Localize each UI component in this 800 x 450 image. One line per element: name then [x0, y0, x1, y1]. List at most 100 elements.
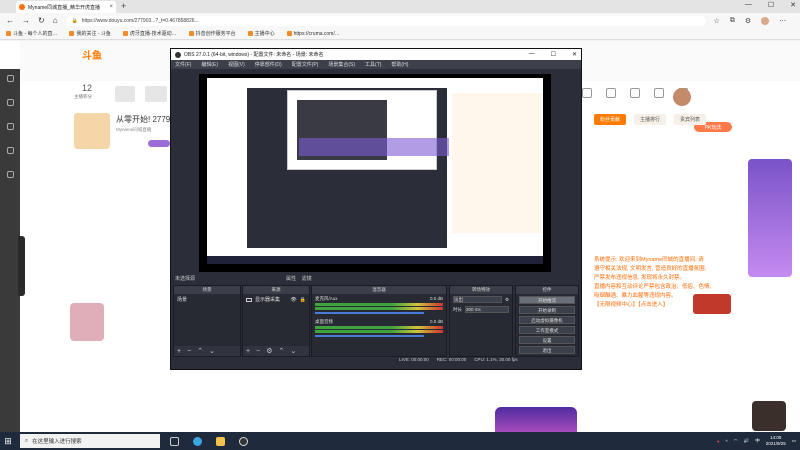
scene-item[interactable]: 场景 — [177, 296, 237, 303]
start-streaming-button[interactable]: 开始推流 — [519, 296, 575, 304]
collections-icon[interactable]: ⧉ — [730, 17, 735, 25]
favorite-star-icon[interactable]: ☆ — [714, 17, 720, 25]
right-corner-promo[interactable] — [752, 401, 786, 431]
bookmark-item[interactable]: https://cruma.com/… — [286, 31, 340, 37]
rail-item-home[interactable] — [1, 75, 19, 83]
menu-help[interactable]: 帮助(H) — [391, 61, 408, 68]
notifications-icon[interactable]: ▭ — [792, 438, 796, 444]
chat-gift-highlight[interactable] — [693, 294, 731, 314]
bookmark-item[interactable]: 主播中心 — [247, 30, 275, 37]
source-down-icon[interactable]: ⌄ — [290, 347, 296, 355]
exit-button[interactable]: 退出 — [519, 346, 575, 354]
settings-button[interactable]: 设置 — [519, 336, 575, 344]
follow-tag[interactable] — [148, 140, 170, 147]
volume-icon[interactable]: 🔊 — [744, 438, 750, 444]
rail-item-category[interactable] — [1, 123, 19, 131]
home-icon[interactable]: ⌂ — [53, 16, 58, 25]
bookmark-item[interactable]: 我的关注 - 斗鱼 — [69, 30, 111, 37]
close-window-icon[interactable]: ✕ — [790, 1, 796, 9]
menu-profile[interactable]: 配置文件(P) — [292, 61, 319, 68]
bookmark-item[interactable]: 抖音创作服务平台 — [188, 30, 236, 37]
extensions-icon[interactable]: ⚙ — [745, 17, 751, 25]
studio-mode-button[interactable]: 工作室模式 — [519, 326, 575, 334]
site-logo[interactable]: 斗鱼 — [82, 47, 102, 62]
remove-scene-icon[interactable]: − — [187, 348, 191, 355]
edge-icon[interactable] — [193, 436, 202, 446]
source-settings-icon[interactable]: ⚙ — [266, 347, 272, 355]
rail-collapse-handle[interactable] — [18, 236, 25, 296]
new-tab-button[interactable]: + — [121, 1, 126, 11]
move-down-icon[interactable]: ⌄ — [209, 347, 215, 355]
lock-source-icon[interactable]: 🔒 — [300, 297, 306, 303]
taskbar-apps — [170, 436, 248, 446]
obs-preview-canvas[interactable] — [199, 74, 551, 272]
visibility-eye-icon[interactable]: 👁 — [290, 297, 296, 303]
ime-icon[interactable]: 中 — [755, 438, 760, 444]
tray-overflow-icon[interactable]: ^ — [726, 439, 728, 444]
add-scene-icon[interactable]: + — [177, 348, 181, 355]
back-icon[interactable]: ← — [6, 16, 14, 25]
rail-item-video[interactable] — [1, 147, 19, 155]
volume-slider[interactable] — [315, 312, 424, 314]
tray-app-icon[interactable]: ● — [717, 439, 720, 444]
left-promo-banner[interactable] — [70, 303, 104, 341]
controls-dock: 控件 开始推流 开始录制 启动虚拟摄像机 工作室模式 设置 退出 — [515, 285, 579, 357]
duration-input[interactable]: 300 ms — [465, 306, 509, 313]
menu-file[interactable]: 文件(F) — [175, 61, 191, 68]
menu-view[interactable]: 视图(V) — [228, 61, 245, 68]
live-timer: LIVE: 00:00:00 — [399, 357, 429, 362]
menu-edit[interactable]: 编辑(E) — [201, 61, 218, 68]
rail-item-game[interactable] — [1, 171, 19, 179]
source-up-icon[interactable]: ⌃ — [278, 347, 284, 355]
obs-minimize-icon[interactable]: — — [529, 51, 535, 58]
network-icon[interactable]: ◠ — [734, 438, 738, 444]
history-icon[interactable] — [582, 88, 592, 98]
menu-scene-collection[interactable]: 场景集合(S) — [328, 61, 355, 68]
properties-button[interactable]: 属性 — [286, 276, 296, 282]
obs-title: OBS 27.0.1 (64-bit, windows) - 配置文件: 未命名… — [184, 52, 324, 58]
close-tab-icon[interactable]: × — [109, 4, 113, 10]
obs-taskbar-icon[interactable] — [239, 436, 248, 446]
download-icon[interactable] — [606, 88, 616, 98]
tab-ranking[interactable]: 主播排行 — [634, 114, 667, 125]
streamer-title: 从零开始! 2779 — [116, 115, 171, 124]
bookmark-item[interactable]: 虎牙直播-技术驱动… — [122, 30, 177, 37]
obs-close-icon[interactable]: ✕ — [572, 51, 577, 58]
remove-source-icon[interactable]: − — [256, 348, 260, 355]
tab-vip-list[interactable]: 贵宾列表 — [674, 114, 707, 125]
user-avatar[interactable] — [673, 88, 691, 106]
maximize-icon[interactable]: ☐ — [768, 1, 774, 9]
start-recording-button[interactable]: 开始录制 — [519, 306, 575, 314]
transition-settings-icon[interactable]: ⚙ — [505, 297, 509, 303]
streamer-avatar[interactable] — [74, 113, 110, 149]
more-menu-icon[interactable]: ⋯ — [779, 17, 786, 25]
profile-avatar[interactable] — [761, 16, 770, 25]
rail-item-live[interactable] — [1, 99, 19, 107]
obs-maximize-icon[interactable]: ☐ — [551, 51, 556, 58]
message-icon[interactable] — [630, 88, 640, 98]
refresh-icon[interactable]: ↻ — [38, 16, 45, 25]
filters-button[interactable]: 滤镜 — [302, 276, 312, 282]
explorer-icon[interactable] — [216, 436, 225, 446]
browser-tab[interactable]: Myname同城直播_精华开虎直播 × — [16, 1, 116, 13]
right-promo-banner[interactable] — [748, 159, 792, 277]
move-up-icon[interactable]: ⌃ — [197, 347, 203, 355]
task-view-icon[interactable] — [170, 436, 179, 446]
forward-icon[interactable]: → — [22, 16, 30, 25]
transition-select[interactable]: 淡出 — [453, 296, 502, 303]
menu-tools[interactable]: 工具(T) — [365, 61, 381, 68]
source-item[interactable]: 显示器采集 👁 🔒 — [246, 296, 306, 303]
windows-start-icon[interactable]: ⊞ — [0, 436, 16, 447]
taskbar-search[interactable]: ⌕ 在这里输入进行搜索 — [20, 434, 160, 448]
volume-slider[interactable] — [315, 335, 424, 337]
broadcast-icon[interactable] — [654, 88, 664, 98]
url-field[interactable]: 🔒 https://www.douyu.com/277903...?_t=0.4… — [65, 15, 706, 26]
tab-fans-contrib[interactable]: 粉丝贡献 — [594, 114, 627, 125]
virtual-camera-button[interactable]: 启动虚拟摄像机 — [519, 316, 575, 324]
minimize-icon[interactable]: — — [745, 1, 752, 9]
menu-docks[interactable]: 停靠部件(D) — [255, 61, 282, 68]
bookmark-item[interactable]: 斗鱼 - 每个人的直… — [6, 30, 57, 37]
recursive-preview — [207, 78, 543, 264]
add-source-icon[interactable]: + — [246, 348, 250, 355]
taskbar-clock[interactable]: 14:05 2021/9/25 — [766, 435, 786, 447]
